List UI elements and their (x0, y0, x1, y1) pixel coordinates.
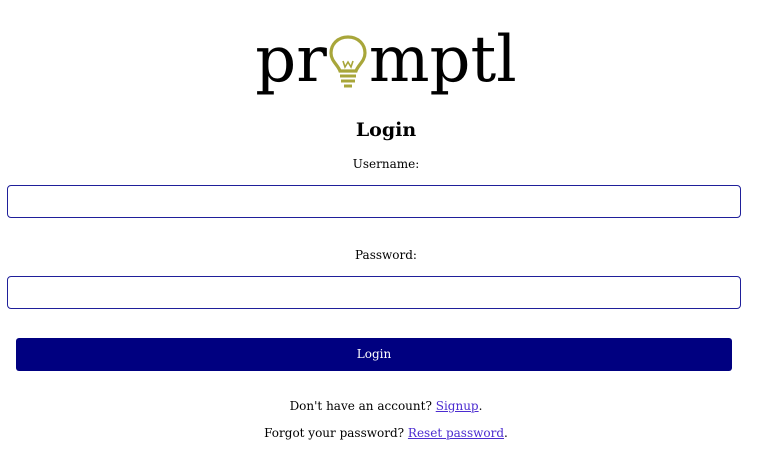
password-input[interactable] (7, 276, 741, 309)
reset-password-line: Forgot your password? Reset password. (0, 425, 772, 441)
lightbulb-icon (329, 35, 367, 88)
reset-password-period: . (504, 426, 508, 440)
password-label: Password: (355, 248, 417, 262)
logo-text-end: mptl (368, 23, 517, 97)
signup-period: . (478, 399, 483, 413)
logo-text-start: pr (255, 23, 327, 97)
username-label: Username: (352, 157, 420, 171)
username-input[interactable] (7, 185, 741, 218)
reset-password-link[interactable]: Reset password (408, 426, 504, 440)
login-button[interactable]: Login (16, 338, 732, 371)
signup-line: Don't have an account? Signup. (0, 398, 772, 414)
signup-prompt: Don't have an account? (289, 399, 432, 413)
signup-link[interactable]: Signup (436, 399, 479, 413)
promptl-logo: pr mptl (0, 18, 772, 102)
login-heading: Login (355, 119, 417, 141)
reset-password-prompt: Forgot your password? (264, 426, 405, 440)
